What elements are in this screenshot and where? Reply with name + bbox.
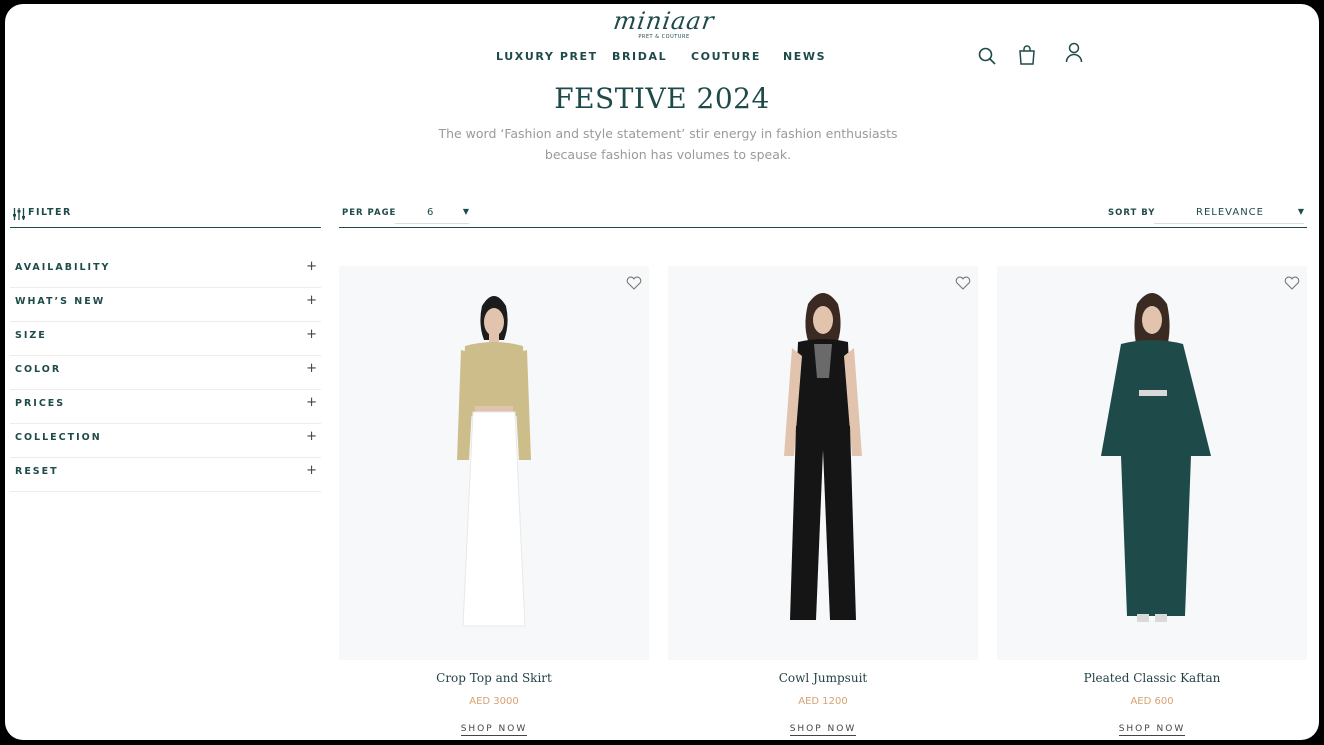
shopping-bag-icon[interactable] [1018, 45, 1036, 69]
filter-prices[interactable]: PRICES + [10, 390, 321, 424]
plus-icon: + [306, 293, 317, 308]
wishlist-heart-icon[interactable] [955, 275, 971, 294]
per-page-label: PER PAGE [342, 208, 397, 218]
shop-now-link[interactable]: SHOP NOW [789, 724, 857, 736]
brand-logo[interactable]: miniaar PRET & COUTURE [594, 7, 734, 40]
filter-availability[interactable]: AVAILABILITY + [10, 254, 321, 288]
caret-down-icon: ▼ [462, 207, 469, 216]
filter-item-label: COLLECTION [15, 432, 102, 443]
product-name[interactable]: Pleated Classic Kaftan [997, 671, 1307, 685]
shop-now-link[interactable]: SHOP NOW [460, 724, 528, 736]
product-image[interactable] [339, 266, 649, 660]
nav-luxury-pret[interactable]: LUXURY PRET [496, 50, 598, 63]
sort-select[interactable]: RELEVANCE ▼ [1154, 204, 1304, 224]
shop-now-wrapper: SHOP NOW [668, 716, 978, 736]
wishlist-heart-icon[interactable] [626, 275, 642, 294]
search-icon[interactable] [977, 46, 997, 70]
description-line: The word ‘Fashion and style statement’ s… [438, 126, 898, 141]
filter-whats-new[interactable]: WHAT’S NEW + [10, 288, 321, 322]
product-card[interactable]: Crop Top and Skirt AED 3000 SHOP NOW [339, 266, 649, 740]
filter-item-label: PRICES [15, 398, 66, 409]
product-card[interactable]: Cowl Jumpsuit AED 1200 SHOP NOW [668, 266, 978, 740]
shop-now-link[interactable]: SHOP NOW [1118, 724, 1186, 736]
plus-icon: + [306, 463, 317, 478]
product-image[interactable] [668, 266, 978, 660]
per-page-select[interactable]: 6 ▼ [395, 204, 469, 224]
product-price: AED 3000 [469, 696, 519, 707]
filter-label: FILTER [28, 207, 72, 218]
per-page-value: 6 [427, 207, 435, 218]
filter-list: AVAILABILITY + WHAT’S NEW + SIZE + COLOR… [10, 254, 321, 492]
nav-bridal[interactable]: BRIDAL [612, 50, 667, 63]
plus-icon: + [306, 327, 317, 342]
page-title: FESTIVE 2024 [554, 82, 770, 115]
nav-couture[interactable]: COUTURE [691, 50, 761, 63]
logo-wordmark: miniaar [611, 7, 717, 35]
filter-size[interactable]: SIZE + [10, 322, 321, 356]
product-name[interactable]: Crop Top and Skirt [339, 671, 649, 685]
filter-header[interactable]: FILTER [10, 204, 321, 228]
listing-toolbar: PER PAGE 6 ▼ SORT BY RELEVANCE ▼ [339, 204, 1307, 228]
plus-icon: + [306, 259, 317, 274]
shop-now-wrapper: SHOP NOW [339, 716, 649, 736]
caret-down-icon: ▼ [1297, 207, 1304, 216]
page-frame: miniaar PRET & COUTURE LUXURY PRET BRIDA… [5, 4, 1319, 740]
product-price: AED 1200 [798, 696, 848, 707]
product-card[interactable]: Pleated Classic Kaftan AED 600 SHOP NOW [997, 266, 1307, 740]
shop-now-wrapper: SHOP NOW [997, 716, 1307, 736]
product-name[interactable]: Cowl Jumpsuit [668, 671, 978, 685]
filter-item-label: WHAT’S NEW [15, 296, 106, 307]
user-icon[interactable] [1065, 42, 1083, 68]
filter-item-label: SIZE [15, 330, 47, 341]
wishlist-heart-icon[interactable] [1284, 275, 1300, 294]
description-line: because fashion has volumes to speak. [544, 147, 792, 162]
filter-item-label: AVAILABILITY [15, 262, 111, 273]
sliders-icon [12, 206, 26, 225]
sort-value: RELEVANCE [1196, 207, 1264, 218]
plus-icon: + [306, 361, 317, 376]
nav-news[interactable]: NEWS [783, 50, 826, 63]
page-description: The word ‘Fashion and style statement’ s… [405, 123, 931, 165]
sort-label: SORT BY [1108, 208, 1156, 218]
product-image[interactable] [997, 266, 1307, 660]
filter-reset[interactable]: RESET + [10, 458, 321, 492]
filter-item-label: COLOR [15, 364, 62, 375]
filter-color[interactable]: COLOR + [10, 356, 321, 390]
filter-collection[interactable]: COLLECTION + [10, 424, 321, 458]
filter-item-label: RESET [15, 466, 59, 477]
plus-icon: + [306, 395, 317, 410]
plus-icon: + [306, 429, 317, 444]
product-price: AED 600 [1130, 696, 1174, 707]
